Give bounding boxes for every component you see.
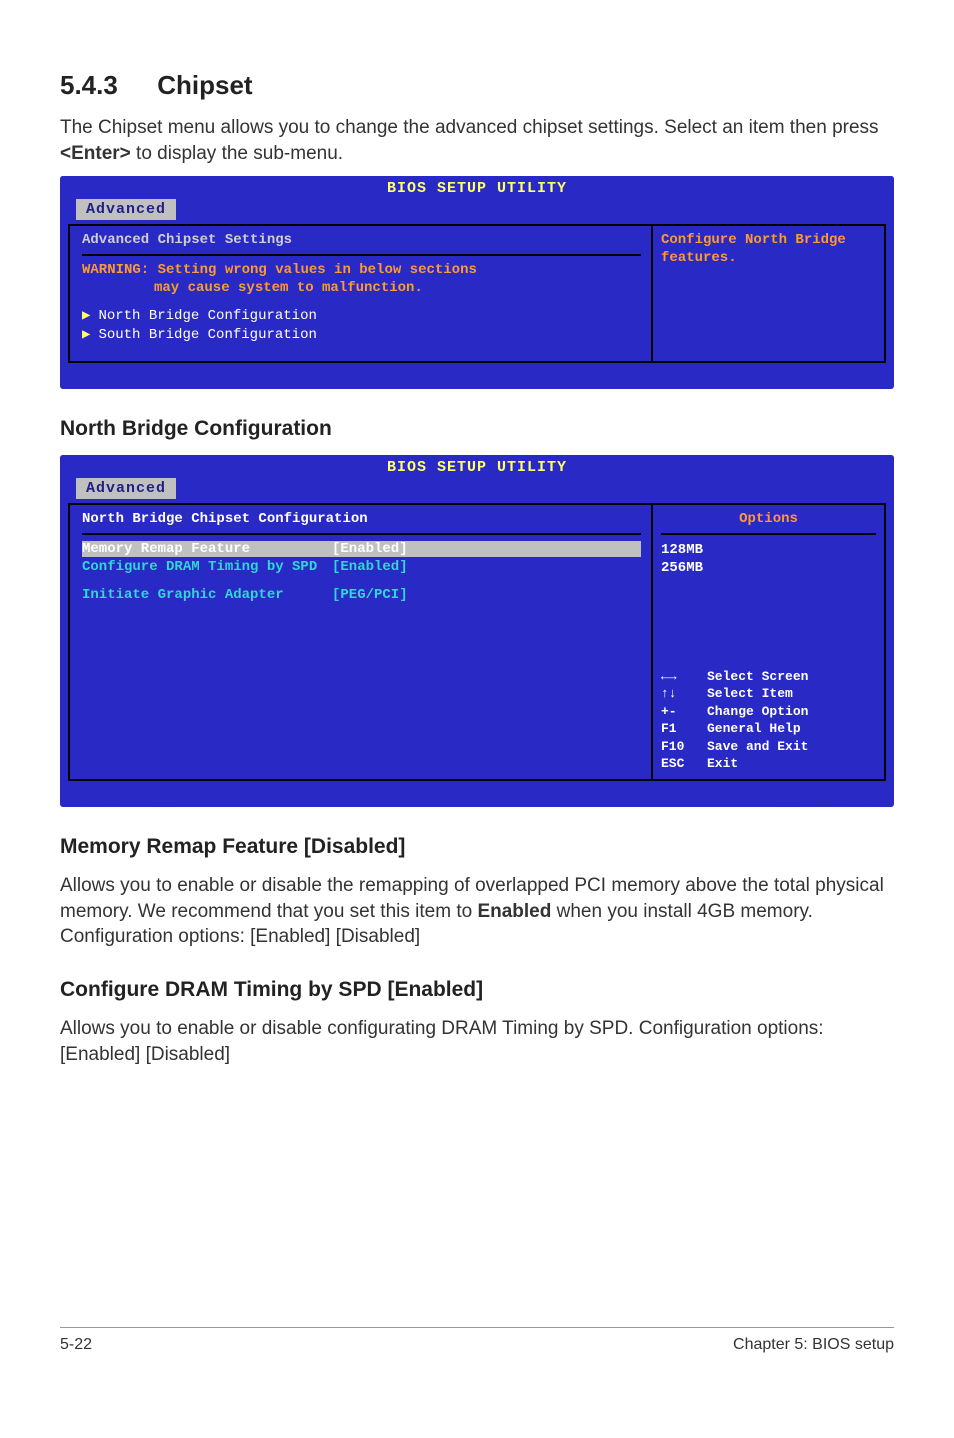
memory-remap-heading: Memory Remap Feature [Disabled]: [60, 835, 894, 859]
help-desc: Exit: [707, 755, 738, 773]
north-bridge-heading: North Bridge Configuration: [60, 417, 894, 441]
row-dram-timing[interactable]: Configure DRAM Timing by SPD [Enabled]: [82, 559, 641, 575]
help-desc: Change Option: [707, 703, 808, 721]
section-intro: The Chipset menu allows you to change th…: [60, 115, 894, 166]
help-key: +-: [661, 703, 707, 721]
help-row: ←→Select Screen: [661, 668, 876, 686]
page-number: 5-22: [60, 1336, 92, 1354]
help-key: ESC: [661, 755, 707, 773]
bios-title: BIOS SETUP UTILITY: [60, 176, 894, 199]
help-key: ↑↓: [661, 685, 707, 703]
bios-help-block: ←→Select Screen ↑↓Select Item +-Change O…: [661, 668, 876, 773]
menu-item-label: North Bridge Configuration: [98, 308, 316, 324]
option-128mb[interactable]: 128MB: [661, 541, 876, 559]
intro-pre: The Chipset menu allows you to change th…: [60, 117, 879, 138]
tab-advanced[interactable]: Advanced: [76, 478, 176, 499]
bios-heading: Advanced Chipset Settings: [82, 232, 641, 248]
row-initiate-graphic[interactable]: Initiate Graphic Adapter [PEG/PCI]: [82, 587, 641, 603]
bios-body: North Bridge Chipset Configuration Memor…: [60, 503, 894, 789]
bios-bottom-curve: [60, 789, 894, 807]
bios-body: Advanced Chipset Settings WARNING: Setti…: [60, 224, 894, 371]
tab-advanced[interactable]: Advanced: [76, 199, 176, 220]
menu-item-label: South Bridge Configuration: [98, 327, 316, 343]
memory-remap-body: Allows you to enable or disable the rema…: [60, 873, 894, 950]
section-name: Chipset: [157, 70, 252, 100]
intro-post: to display the sub-menu.: [131, 143, 343, 164]
help-desc: Select Screen: [707, 668, 808, 686]
divider: [82, 254, 641, 256]
cfg-label: Memory Remap Feature: [82, 541, 332, 557]
spacer: [82, 603, 641, 723]
bios-left-pane: North Bridge Chipset Configuration Memor…: [68, 503, 651, 781]
menu-item-south-bridge[interactable]: ▶ South Bridge Configuration: [82, 326, 641, 343]
bios-bottom-curve: [60, 371, 894, 389]
chapter-label: Chapter 5: BIOS setup: [733, 1336, 894, 1354]
help-desc: General Help: [707, 720, 801, 738]
bios-right-line2: features.: [661, 250, 876, 268]
warn-label: WARNING:: [82, 262, 149, 278]
triangle-right-icon: ▶: [82, 327, 90, 343]
bios-title: BIOS SETUP UTILITY: [60, 455, 894, 478]
help-row: F10Save and Exit: [661, 738, 876, 756]
cfg-value: [Enabled]: [332, 559, 442, 575]
intro-enter-key: <Enter>: [60, 143, 131, 164]
bios-right-pane: Configure North Bridge features.: [651, 224, 886, 363]
bios-right-line1: Configure North Bridge: [661, 232, 876, 250]
cfg-value: [Enabled]: [332, 541, 442, 557]
menu-item-north-bridge[interactable]: ▶ North Bridge Configuration: [82, 307, 641, 324]
help-key: F1: [661, 720, 707, 738]
option-256mb[interactable]: 256MB: [661, 559, 876, 577]
triangle-right-icon: ▶: [82, 308, 90, 324]
bios-tabrow: Advanced: [60, 199, 894, 224]
divider: [661, 533, 876, 535]
cfg-label: Initiate Graphic Adapter: [82, 587, 332, 603]
help-row: +-Change Option: [661, 703, 876, 721]
cfg-label: Configure DRAM Timing by SPD: [82, 559, 332, 575]
bios-tabrow: Advanced: [60, 478, 894, 503]
cfg-value: [PEG/PCI]: [332, 587, 442, 603]
dram-timing-heading: Configure DRAM Timing by SPD [Enabled]: [60, 978, 894, 1002]
help-row: ESCExit: [661, 755, 876, 773]
page-footer: 5-22 Chapter 5: BIOS setup: [60, 1327, 894, 1354]
divider: [82, 533, 641, 535]
section-number: 5.4.3: [60, 70, 150, 101]
warn-line2: may cause system to malfunction.: [82, 280, 641, 298]
help-key: ←→: [661, 668, 707, 686]
help-desc: Select Item: [707, 685, 793, 703]
help-desc: Save and Exit: [707, 738, 808, 756]
bios-panel-advanced-chipset: BIOS SETUP UTILITY Advanced Advanced Chi…: [60, 176, 894, 389]
bios-heading: North Bridge Chipset Configuration: [82, 511, 641, 527]
memremap-bold: Enabled: [477, 901, 551, 922]
help-row: F1General Help: [661, 720, 876, 738]
bios-panel-north-bridge: BIOS SETUP UTILITY Advanced North Bridge…: [60, 455, 894, 807]
bios-left-pane: Advanced Chipset Settings WARNING: Setti…: [68, 224, 651, 363]
warn-line1: Setting wrong values in below sections: [149, 262, 477, 278]
help-row: ↑↓Select Item: [661, 685, 876, 703]
dram-timing-body: Allows you to enable or disable configur…: [60, 1016, 894, 1067]
help-key: F10: [661, 738, 707, 756]
section-title: 5.4.3 Chipset: [60, 70, 894, 101]
bios-warning: WARNING: Setting wrong values in below s…: [82, 262, 641, 297]
row-memory-remap[interactable]: Memory Remap Feature [Enabled]: [82, 541, 641, 557]
bios-right-pane: Options 128MB 256MB ←→Select Screen ↑↓Se…: [651, 503, 886, 781]
options-label: Options: [661, 511, 876, 527]
